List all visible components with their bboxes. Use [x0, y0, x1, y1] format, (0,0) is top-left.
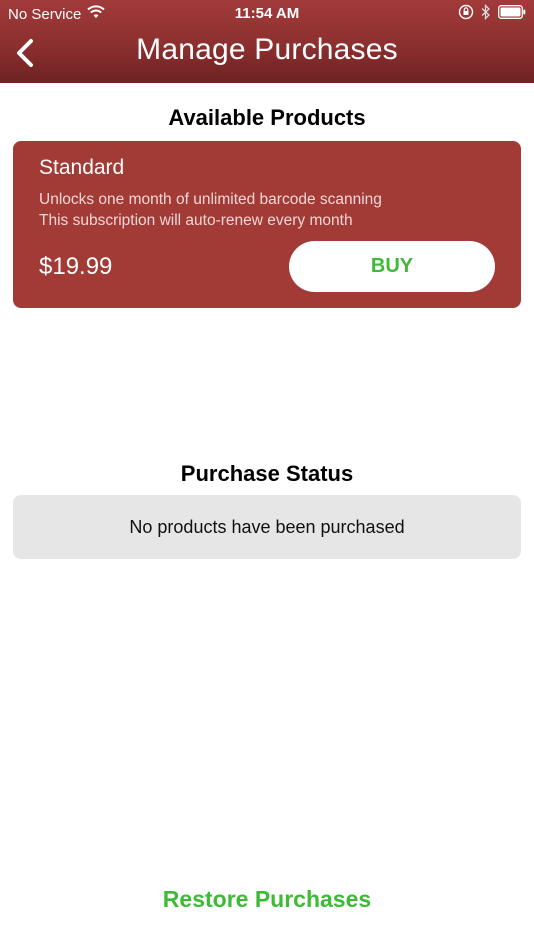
status-bar: No Service 11:54 AM: [0, 0, 534, 28]
status-time: 11:54 AM: [234, 5, 300, 22]
navigation-header: No Service 11:54 AM Manage Purchases: [0, 0, 534, 83]
product-description-line-1: Unlocks one month of unlimited barcode s…: [39, 191, 382, 208]
page-title: Manage Purchases: [136, 33, 398, 66]
product-description-line-2: This subscription will auto-renew every …: [39, 212, 353, 229]
purchase-status-heading: Purchase Status: [180, 461, 354, 486]
purchase-status-message: No products have been purchased: [129, 517, 405, 537]
status-bar-right: [458, 3, 526, 24]
battery-icon: [498, 5, 526, 23]
purchase-status-box: No products have been purchased: [13, 495, 521, 559]
product-description: Unlocks one month of unlimited barcode s…: [39, 189, 382, 231]
product-card-standard: Standard Unlocks one month of unlimited …: [13, 141, 521, 308]
restore-purchases-button[interactable]: Restore Purchases: [0, 886, 534, 913]
bluetooth-icon: [481, 3, 491, 24]
buy-button[interactable]: BUY: [289, 241, 495, 292]
available-products-heading: Available Products: [168, 105, 366, 130]
product-name: Standard: [39, 156, 125, 179]
orientation-lock-icon: [458, 4, 474, 24]
product-price: $19.99: [39, 253, 113, 280]
